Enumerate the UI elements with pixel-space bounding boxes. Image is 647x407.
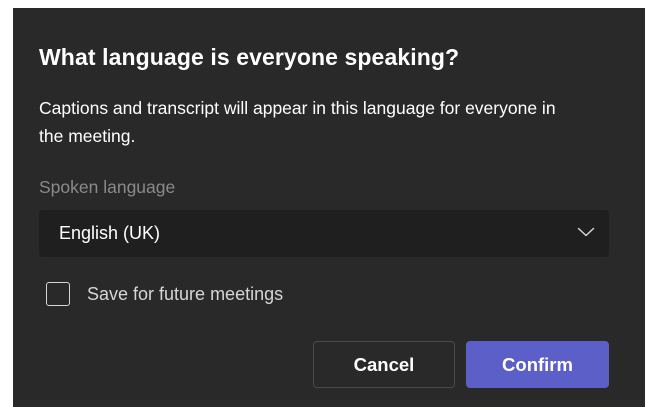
save-future-meetings-label[interactable]: Save for future meetings xyxy=(87,284,283,305)
dialog-description: Captions and transcript will appear in t… xyxy=(39,98,556,146)
spoken-language-label: Spoken language xyxy=(39,177,176,197)
chevron-down-icon xyxy=(577,227,595,237)
dialog-title: What language is everyone speaking? xyxy=(39,44,460,70)
spoken-language-select[interactable]: English (UK) xyxy=(39,210,609,257)
language-dialog: What language is everyone speaking? Capt… xyxy=(13,8,645,407)
confirm-button[interactable]: Confirm xyxy=(466,341,609,388)
save-future-meetings-checkbox[interactable] xyxy=(46,282,70,306)
selected-language: English (UK) xyxy=(59,223,161,243)
cancel-button[interactable]: Cancel xyxy=(313,341,455,388)
